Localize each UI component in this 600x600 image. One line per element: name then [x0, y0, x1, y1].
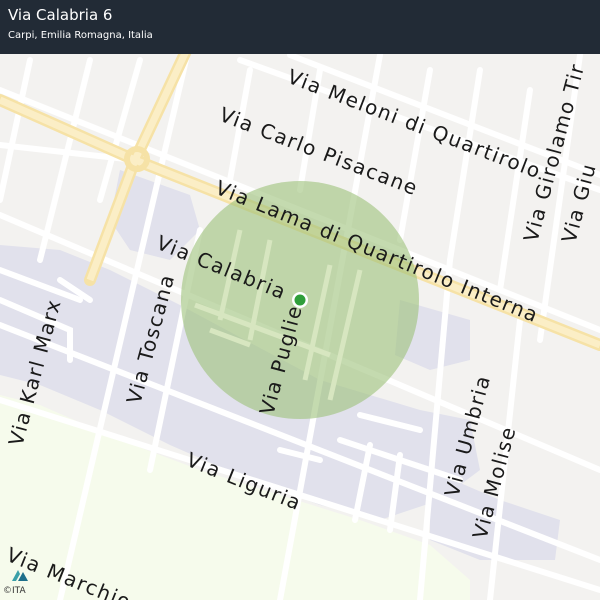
location-title: Via Calabria 6	[8, 6, 113, 24]
location-marker[interactable]	[294, 294, 306, 306]
map-attribution: ©ITA	[3, 586, 26, 596]
location-subtitle: Carpi, Emilia Romagna, Italia	[8, 30, 153, 41]
location-header: Via Calabria 6 Carpi, Emilia Romagna, It…	[0, 0, 600, 54]
ita-logo-icon	[12, 570, 28, 581]
map-canvas[interactable]: Via Meloni di Quartirolo Via Carlo Pisac…	[0, 0, 600, 600]
